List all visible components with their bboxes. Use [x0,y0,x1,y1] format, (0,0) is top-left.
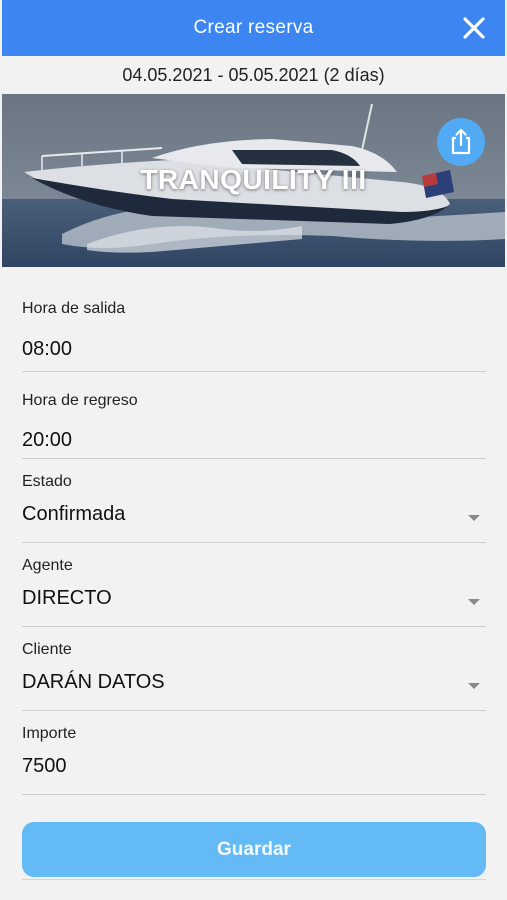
divider [22,879,486,880]
agent-label: Agente [22,557,73,574]
date-range: 04.05.2021 - 05.05.2021 (2 días) [2,56,505,94]
agent-value[interactable]: DIRECTO [22,587,112,610]
date-range-text: 04.05.2021 - 05.05.2021 (2 días) [122,64,385,85]
status-value[interactable]: Confirmada [22,503,125,526]
page-title: Crear reserva [193,17,314,38]
status-label: Estado [22,473,72,490]
share-button[interactable] [437,118,485,166]
amount-value[interactable]: 7500 [22,755,67,778]
departure-time-field[interactable]: Hora de salida 08:00 [22,267,486,372]
close-button[interactable] [461,15,487,41]
amount-label: Importe [22,725,77,742]
client-select[interactable]: Cliente DARÁN DATOS [22,627,486,711]
return-time-label: Hora de regreso [22,392,138,409]
return-time-value[interactable]: 20:00 [22,429,72,452]
amount-field[interactable]: Importe 7500 [22,711,486,795]
return-time-field[interactable]: Hora de regreso 20:00 [22,372,486,459]
dropdown-arrow-icon[interactable] [468,599,480,605]
boat-banner: TRANQUILITY III [2,94,505,267]
share-icon [451,128,471,155]
agent-select[interactable]: Agente DIRECTO [22,543,486,627]
client-label: Cliente [22,641,72,658]
save-button[interactable]: Guardar [22,822,486,877]
header-bar: Crear reserva [2,0,505,56]
departure-time-label: Hora de salida [22,300,126,317]
dropdown-arrow-icon[interactable] [468,683,480,689]
dropdown-arrow-icon[interactable] [468,515,480,521]
boat-name: TRANQUILITY III [140,164,367,195]
client-value[interactable]: DARÁN DATOS [22,671,165,694]
close-icon [463,17,485,39]
departure-time-value[interactable]: 08:00 [22,338,72,361]
booking-form: Hora de salida 08:00 Hora de regreso 20:… [22,267,486,795]
status-select[interactable]: Estado Confirmada [22,459,486,543]
